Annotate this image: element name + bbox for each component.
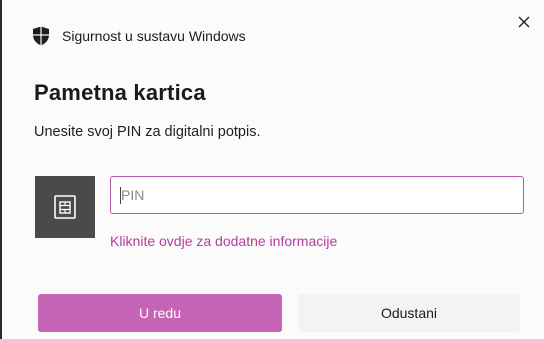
close-button[interactable] [510, 8, 538, 36]
dialog-title: Pametna kartica [34, 80, 206, 105]
smart-card-icon [54, 195, 76, 219]
app-title: Sigurnost u sustavu Windows [62, 28, 246, 44]
dialog-instruction: Unesite svoj PIN za digitalni potpis. [34, 124, 261, 140]
shield-icon [33, 26, 49, 46]
text-caret [120, 187, 121, 204]
more-info-link[interactable]: Kliknite ovdje za dodatne informacije [110, 233, 337, 249]
close-icon [518, 16, 530, 28]
security-dialog: Sigurnost u sustavu Windows Pametna kart… [0, 0, 544, 339]
smart-card-tile [35, 176, 95, 238]
cancel-button[interactable]: Odustani [298, 294, 520, 332]
pin-input[interactable] [110, 176, 524, 214]
ok-button[interactable]: U redu [38, 294, 282, 332]
dialog-header: Sigurnost u sustavu Windows [32, 26, 246, 46]
